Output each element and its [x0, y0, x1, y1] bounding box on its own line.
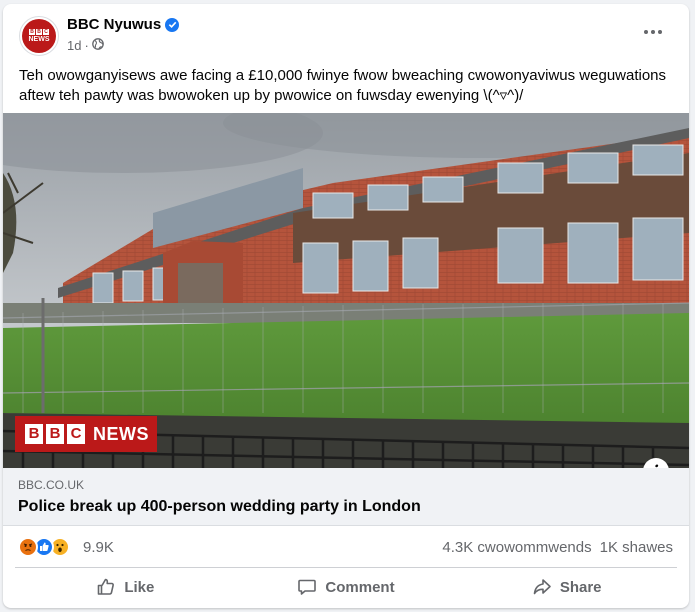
post-meta: 1d · — [67, 38, 104, 53]
action-divider — [15, 567, 677, 568]
verified-badge-icon — [165, 17, 180, 32]
like-label: Like — [124, 578, 155, 596]
avatar-letter-c: C — [43, 28, 49, 35]
link-title[interactable]: Police break up 400-person wedding party… — [18, 498, 421, 516]
police-station-photo — [3, 113, 689, 468]
reaction-icons[interactable] — [18, 537, 70, 557]
action-bar: Like Comment Share — [15, 570, 677, 604]
engagement-bar: 9.9K 4.3K cwowommwends 1K shawes — [3, 530, 689, 566]
comment-button[interactable]: Comment — [236, 570, 457, 604]
post-header: B B C NEWS BBC Nyuwus 1d · — [3, 4, 689, 62]
comment-count[interactable]: 4.3K cwowommwends — [442, 539, 591, 556]
more-options-icon[interactable] — [639, 22, 667, 42]
reaction-count[interactable]: 9.9K — [83, 539, 114, 556]
share-label: Share — [559, 578, 602, 596]
page-name-text[interactable]: BBC Nyuwus — [67, 16, 161, 33]
badge-letter-b2: B — [46, 424, 64, 444]
globe-icon — [91, 38, 104, 53]
share-count[interactable]: 1K shawes — [600, 539, 673, 556]
post-time[interactable]: 1d — [67, 38, 81, 53]
link-domain: BBC.CO.UK — [18, 478, 85, 492]
thumbs-up-icon — [98, 578, 115, 595]
comment-icon — [298, 579, 317, 595]
angry-reaction-icon — [18, 537, 38, 557]
bbc-news-logo: B B C NEWS — [15, 416, 157, 452]
post-image[interactable]: B B C NEWS i — [3, 113, 689, 468]
link-preview[interactable]: BBC.CO.UK Police break up 400-person wed… — [3, 468, 689, 526]
comment-share-counts: 4.3K cwowommwends 1K shawes — [442, 539, 673, 556]
page-avatar[interactable]: B B C NEWS — [19, 16, 59, 56]
avatar-letter-b1: B — [29, 28, 35, 35]
post-text: Teh owowganyisews awe facing a £10,000 f… — [19, 67, 667, 104]
bbc-logo-icon: B B C NEWS — [22, 19, 56, 53]
avatar-letter-b2: B — [36, 28, 42, 35]
avatar-news-text: NEWS — [28, 35, 50, 43]
badge-letter-b1: B — [25, 424, 43, 444]
comment-label: Comment — [325, 578, 395, 596]
page-name[interactable]: BBC Nyuwus — [67, 16, 180, 33]
share-button[interactable]: Share — [456, 570, 677, 604]
meta-separator: · — [84, 38, 89, 53]
post-card: B B C NEWS BBC Nyuwus 1d · Teh owowganyi… — [3, 4, 689, 608]
like-button[interactable]: Like — [15, 570, 236, 604]
badge-letter-c: C — [67, 424, 85, 444]
share-icon — [533, 579, 551, 595]
badge-news-text: NEWS — [93, 423, 149, 444]
